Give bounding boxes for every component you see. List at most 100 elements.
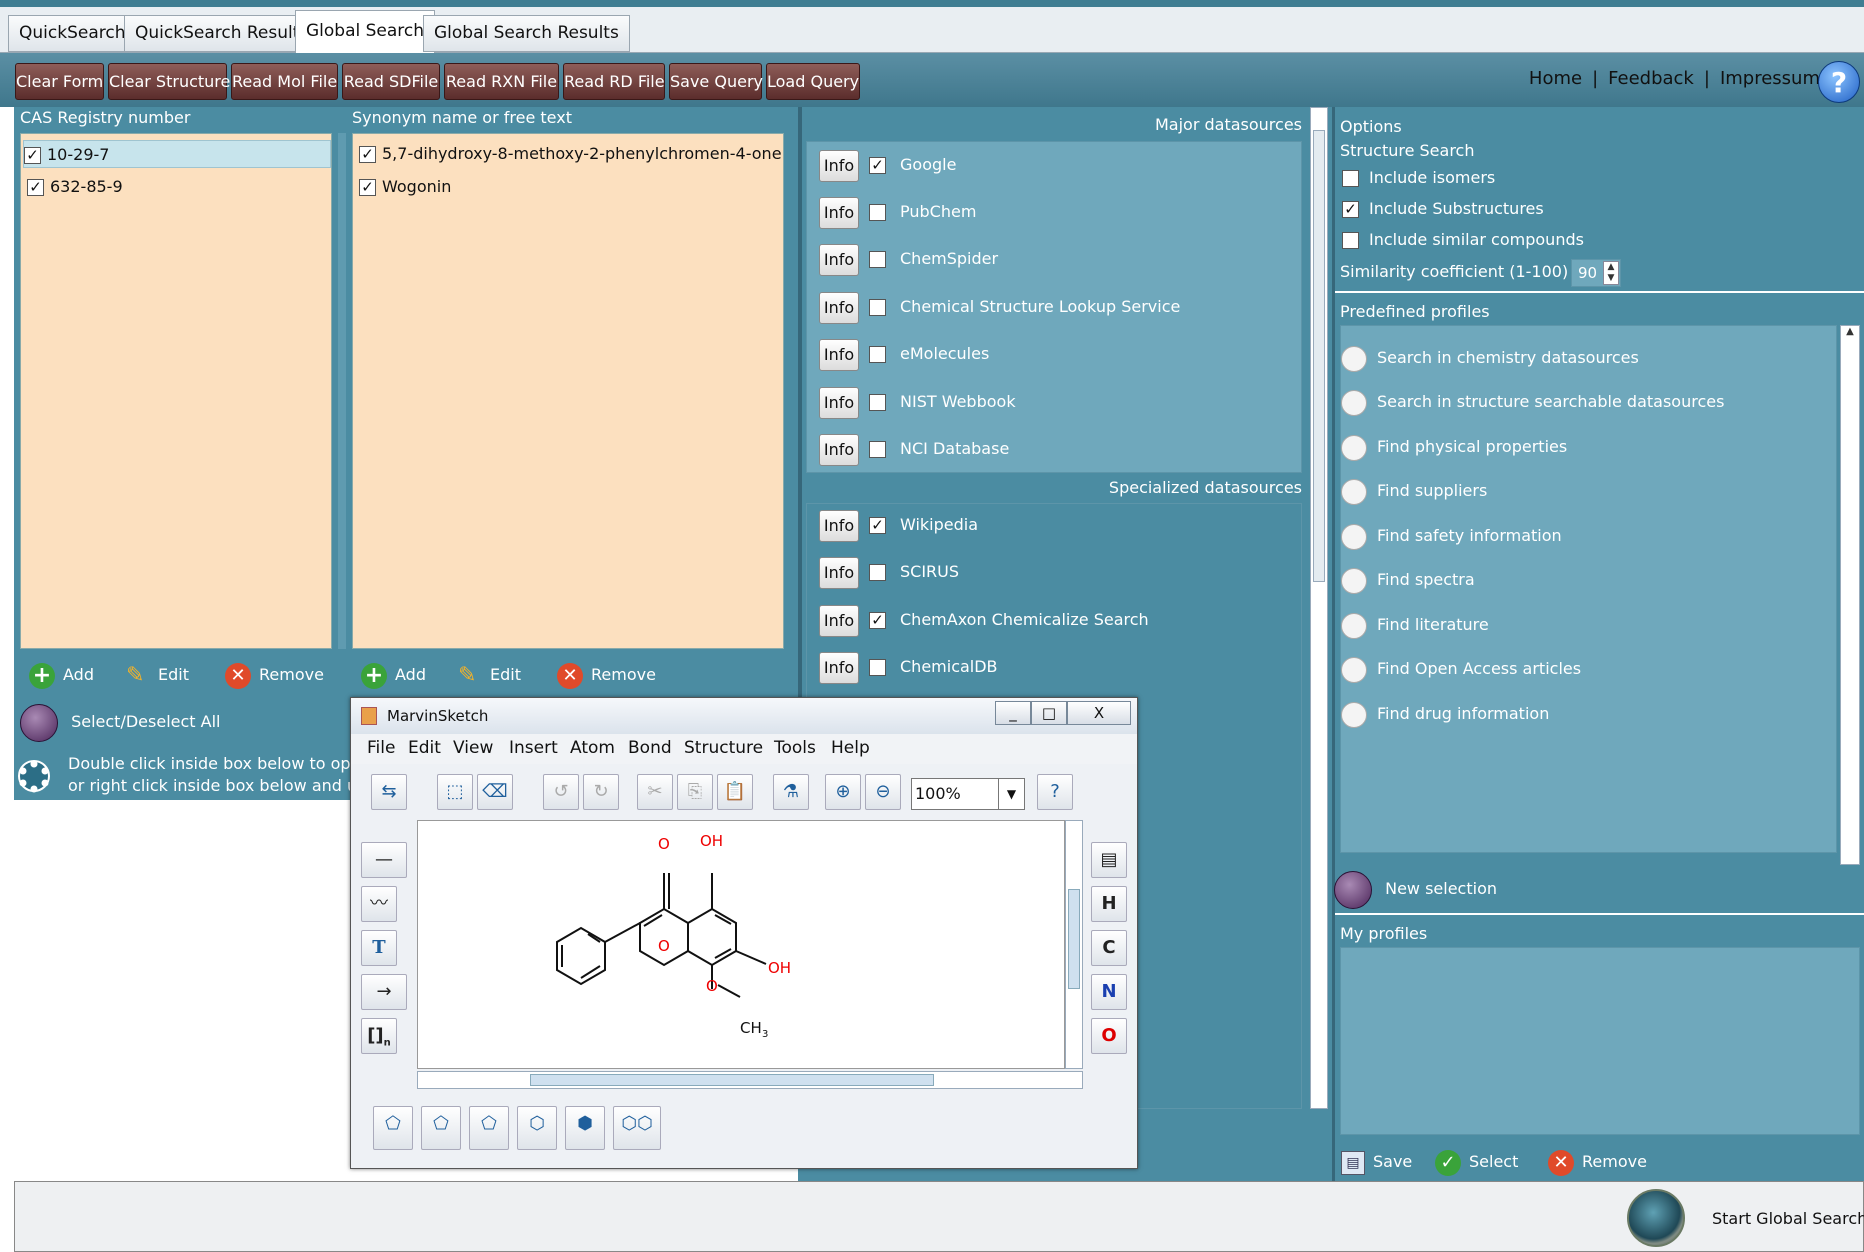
clear-form-button[interactable]: Clear Form — [15, 63, 104, 100]
atom-o-button[interactable]: O — [1091, 1018, 1127, 1054]
menu-edit[interactable]: Edit — [408, 738, 441, 758]
start-global-search-button[interactable]: Start Global Search — [1712, 1209, 1864, 1228]
menu-help[interactable]: Help — [831, 738, 870, 758]
radio-icon[interactable] — [1341, 478, 1367, 505]
load-query-button[interactable]: Load Query — [766, 63, 860, 100]
window-titlebar[interactable]: MarvinSketch _ □ X — [351, 698, 1137, 734]
profile-item[interactable]: Search in structure searchable datasourc… — [1341, 386, 1724, 418]
my-profiles-list[interactable] — [1340, 947, 1860, 1135]
info-button[interactable]: Info — [819, 433, 859, 466]
scrollbar-thumb[interactable] — [1313, 130, 1325, 582]
template-ring-icon[interactable]: ⬠ — [421, 1106, 461, 1150]
checkbox-icon[interactable] — [869, 251, 886, 268]
synonym-edit-button[interactable]: ✎ Edit — [458, 660, 521, 690]
info-button[interactable]: Info — [819, 291, 859, 324]
list-item[interactable]: ✓ Wogonin — [359, 173, 451, 201]
datasource-row[interactable]: Info ✓ ChemAxon Chemicalize Search — [819, 603, 1149, 637]
profile-item[interactable]: Find suppliers — [1341, 475, 1487, 507]
clear-structure-button[interactable]: Clear Structure — [108, 63, 230, 100]
checkbox-icon[interactable] — [869, 394, 886, 411]
atom-c-button[interactable]: C — [1091, 930, 1127, 966]
spinner-arrows-icon[interactable]: ▲ ▼ — [1603, 261, 1619, 285]
read-rd-file-button[interactable]: Read RD File — [563, 63, 665, 100]
list-item[interactable]: ✓ 632-85-9 — [27, 173, 123, 201]
datasource-row[interactable]: Info NIST Webbook — [819, 385, 1016, 419]
chevron-down-icon[interactable]: ▼ — [998, 779, 1024, 809]
menu-atom[interactable]: Atom — [570, 738, 615, 758]
datasource-row[interactable]: Info NCI Database — [819, 432, 1009, 466]
radio-icon[interactable] — [1341, 701, 1367, 728]
radio-icon[interactable] — [1341, 567, 1367, 594]
datasource-row[interactable]: Info SCIRUS — [819, 555, 959, 589]
splitter[interactable] — [338, 133, 346, 649]
datasources-scrollbar[interactable] — [1310, 107, 1328, 1109]
profile-item[interactable]: Find literature — [1341, 609, 1489, 641]
periodic-table-icon[interactable]: ▤ — [1091, 842, 1127, 878]
feedback-link[interactable]: Feedback — [1608, 68, 1694, 89]
impressum-link[interactable]: Impressum — [1720, 68, 1820, 89]
profiles-scrollbar[interactable]: ▲ — [1840, 325, 1860, 865]
info-button[interactable]: Info — [819, 556, 859, 589]
profile-save-button[interactable]: ▤ Save — [1341, 1147, 1412, 1177]
info-button[interactable]: Info — [819, 149, 859, 182]
paste-icon[interactable]: 📋 — [717, 774, 753, 810]
checkbox-icon[interactable]: ✓ — [359, 146, 376, 163]
template-ring-icon[interactable]: ⬢ — [565, 1106, 605, 1150]
menu-bond[interactable]: Bond — [628, 738, 672, 758]
read-mol-file-button[interactable]: Read Mol File — [231, 63, 338, 100]
select-icon[interactable]: ⬚ — [437, 774, 473, 810]
copy-icon[interactable]: ⎘ — [677, 774, 713, 810]
cas-remove-button[interactable]: ✕ Remove — [225, 660, 324, 690]
checkbox-icon[interactable] — [869, 564, 886, 581]
zoom-out-icon[interactable]: ⊖ — [865, 774, 901, 810]
canvas-vscroll[interactable] — [1065, 820, 1083, 1069]
radio-icon[interactable] — [1341, 345, 1367, 372]
radio-icon[interactable] — [1341, 612, 1367, 639]
datasource-row[interactable]: Info ✓ Wikipedia — [819, 508, 978, 542]
synonym-list[interactable]: ✓ 5,7-dihydroxy-8-methoxy-2-phenylchromen… — [352, 133, 784, 649]
include-isomers-option[interactable]: Include isomers — [1342, 167, 1495, 189]
profile-item[interactable]: Search in chemistry datasources — [1341, 342, 1639, 374]
bracket-icon[interactable]: []n — [361, 1018, 397, 1054]
checkbox-icon[interactable] — [869, 441, 886, 458]
info-button[interactable]: Info — [819, 509, 859, 542]
atom-h-button[interactable]: H — [1091, 886, 1127, 922]
list-item[interactable]: ✓ 10-29-7 — [23, 140, 331, 168]
checkbox-icon[interactable]: ✓ — [869, 157, 886, 174]
checkbox-icon[interactable]: ✓ — [359, 179, 376, 196]
new-selection-button[interactable]: New selection — [1334, 869, 1497, 909]
datasource-row[interactable]: Info eMolecules — [819, 337, 989, 371]
scrollbar-thumb[interactable] — [1068, 889, 1080, 989]
info-button[interactable]: Info — [819, 651, 859, 684]
checkbox-icon[interactable] — [1342, 232, 1359, 249]
checkbox-icon[interactable]: ✓ — [869, 517, 886, 534]
radio-icon[interactable] — [1341, 434, 1367, 461]
sketch-canvas[interactable]: O OH O OH O CH 3 — [417, 820, 1065, 1069]
checkbox-icon[interactable] — [869, 204, 886, 221]
menu-insert[interactable]: Insert — [509, 738, 558, 758]
tab-quicksearch[interactable]: QuickSearch — [8, 15, 137, 52]
close-button[interactable]: X — [1067, 701, 1131, 725]
checkbox-icon[interactable]: ✓ — [1342, 201, 1359, 218]
read-rxn-file-button[interactable]: Read RXN File — [444, 63, 559, 100]
template-ring-icon[interactable]: ⬠ — [373, 1106, 413, 1150]
scrollbar-thumb[interactable] — [530, 1074, 934, 1086]
checkbox-icon[interactable]: ✓ — [27, 179, 44, 196]
home-link[interactable]: Home — [1529, 68, 1582, 89]
info-button[interactable]: Info — [819, 386, 859, 419]
clean-icon[interactable]: ⚗ — [773, 774, 809, 810]
cas-add-button[interactable]: + Add — [29, 660, 94, 690]
list-item[interactable]: ✓ 5,7-dihydroxy-8-methoxy-2-phenylchromen… — [359, 140, 782, 168]
info-button[interactable]: Info — [819, 338, 859, 371]
datasource-row[interactable]: Info PubChem — [819, 195, 976, 229]
read-sdfile-button[interactable]: Read SDFile — [342, 63, 440, 100]
scroll-up-icon[interactable]: ▲ — [1841, 326, 1859, 337]
tab-global-search-results[interactable]: Global Search Results — [423, 15, 630, 52]
profile-select-button[interactable]: ✓ Select — [1435, 1147, 1518, 1177]
checkbox-icon[interactable]: ✓ — [24, 147, 41, 164]
checkbox-icon[interactable] — [1342, 170, 1359, 187]
redo-icon[interactable]: ↻ — [583, 774, 619, 810]
save-query-button[interactable]: Save Query — [669, 63, 763, 100]
zoom-select[interactable]: 100% ▼ — [911, 778, 1025, 810]
radio-icon[interactable] — [1341, 523, 1367, 550]
